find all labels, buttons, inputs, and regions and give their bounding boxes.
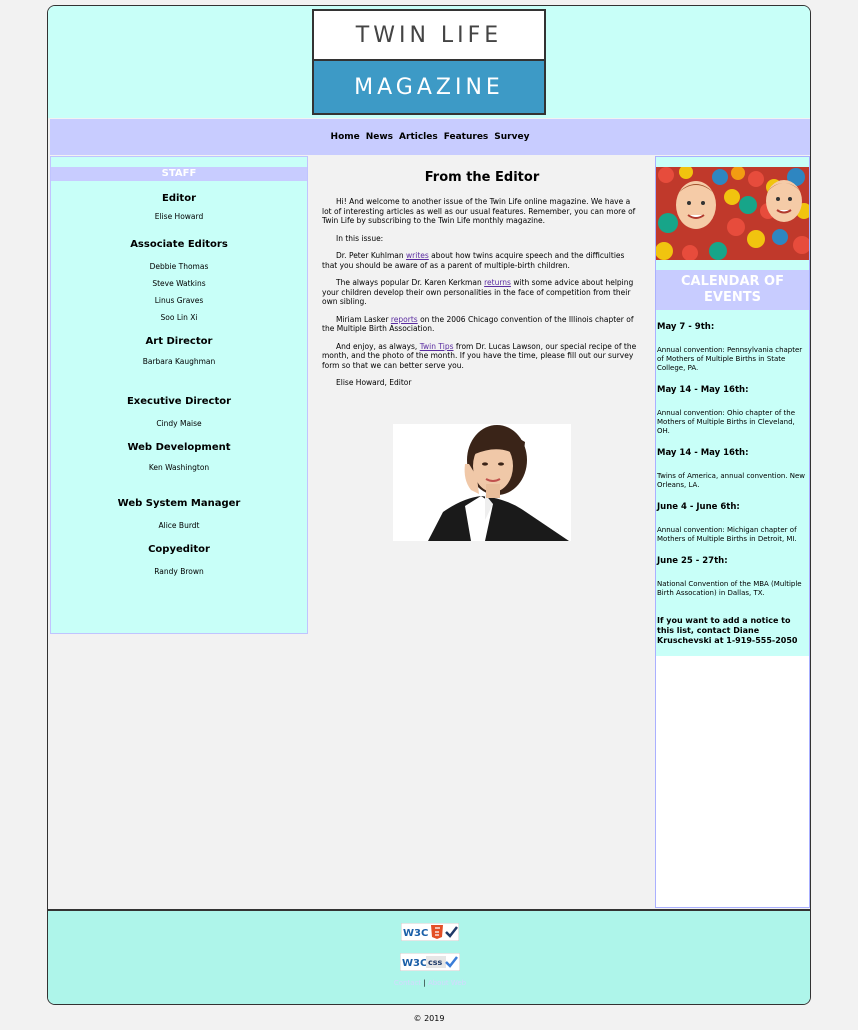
staff-person: Elise Howard (154, 212, 204, 221)
staff-person: Alice Burdt (158, 521, 200, 530)
event-date: June 25 - 27th: (657, 556, 728, 566)
text: The always popular Dr. Karen Kerkman (336, 278, 485, 287)
staff-role: Art Director (145, 336, 213, 347)
event-date: May 7 - 9th: (657, 322, 715, 332)
staff-role: Editor (162, 193, 196, 204)
w3c-text: W3C (403, 928, 428, 939)
event-date: May 14 - May 16th: (657, 385, 749, 395)
nav-news[interactable]: News (366, 132, 393, 142)
text: Miriam Lasker (336, 314, 391, 324)
nav-survey[interactable]: Survey (494, 132, 529, 142)
footer: W3C W3C css Contact | About Web (48, 909, 810, 1004)
staff-role: Executive Director (126, 396, 232, 407)
staff-role: Web Development (127, 442, 231, 453)
footer-separator: | (423, 979, 426, 987)
events-sidebar: CALENDAR OF EVENTS May 7 - 9th: Annual c… (655, 156, 810, 908)
nav-articles[interactable]: Articles (399, 132, 438, 142)
article-paragraph: The always popular Dr. Karen Kerkman ret… (322, 278, 640, 307)
staff-person: Barbara Kaughman (142, 357, 216, 366)
staff-person: Randy Brown (154, 567, 204, 576)
writes-link[interactable]: writes (406, 251, 429, 260)
w3c-text: W3C (402, 958, 427, 969)
nav-features[interactable]: Features (444, 132, 489, 142)
editor-photo (393, 424, 571, 541)
text: And enjoy, as always, (336, 341, 420, 351)
event-date: June 4 - June 6th: (657, 502, 740, 512)
staff-person: Ken Washington (148, 463, 210, 472)
staff-role: Associate Editors (130, 239, 228, 250)
staff-role: Web System Manager (117, 498, 241, 509)
reports-link[interactable]: reports (391, 315, 418, 324)
w3c-html5-badge[interactable]: W3C (48, 923, 810, 941)
twins-ball-pit-photo (656, 167, 809, 260)
article-signature: Elise Howard, Editor (336, 378, 412, 387)
twin-tips-link[interactable]: Twin Tips (420, 342, 454, 351)
footer-links: Contact | About Web (48, 979, 810, 987)
text: Dr. Peter Kuhlman (336, 251, 407, 260)
header: TWIN LIFE MAGAZINE (48, 6, 810, 118)
staff-person: Cindy Maise (156, 419, 202, 428)
staff-person: Debbie Thomas (149, 262, 209, 271)
main-nav: Home News Articles Features Survey (50, 119, 810, 155)
w3c-html5-icon: W3C (401, 923, 459, 941)
staff-person: Steve Watkins (152, 279, 206, 288)
event-text: Twins of America, annual convention. New… (657, 472, 806, 489)
copyright: © 2019 (413, 1014, 445, 1023)
article-paragraph: Dr. Peter Kuhlman writes about how twins… (322, 251, 640, 270)
nav-home[interactable]: Home (331, 132, 360, 142)
event-text: National Convention of the MBA (Multiple… (657, 580, 802, 597)
staff-heading: STAFF (51, 167, 307, 181)
footer-link-about[interactable]: About Web (428, 979, 466, 987)
article-paragraph: Hi! And welcome to another issue of the … (322, 197, 636, 225)
events-panel: CALENDAR OF EVENTS May 7 - 9th: Annual c… (656, 157, 809, 656)
staff-person: Linus Graves (154, 296, 204, 305)
event-text: Annual convention: Michigan chapter of M… (657, 526, 797, 543)
article-paragraph: In this issue: (336, 233, 384, 243)
editor-article: From the Editor Hi! And welcome to anoth… (310, 156, 654, 911)
staff-sidebar: STAFF Editor Elise Howard Associate Edit… (50, 156, 308, 634)
event-date: May 14 - May 16th: (657, 448, 749, 458)
css-text: css (428, 958, 443, 967)
w3c-css-icon: W3C css (400, 953, 460, 971)
staff-role: Copyeditor (148, 544, 210, 555)
article-title: From the Editor (424, 170, 540, 185)
returns-link[interactable]: returns (484, 278, 511, 287)
event-text: Annual convention: Ohio chapter of the M… (657, 409, 796, 435)
editor-photo-art (393, 424, 571, 541)
staff-person: Soo Lin Xi (160, 313, 198, 322)
page-frame: TWIN LIFE MAGAZINE Home News Articles Fe… (47, 5, 811, 1005)
w3c-css-badge[interactable]: W3C css (48, 953, 810, 971)
calendar-notice: If you want to add a notice to this list… (657, 616, 798, 645)
article-paragraph: And enjoy, as always, Twin Tips from Dr.… (322, 342, 640, 371)
calendar-heading: CALENDAR OF EVENTS (656, 270, 809, 310)
site-logo[interactable]: TWIN LIFE MAGAZINE (312, 9, 546, 115)
logo-line1: TWIN LIFE (314, 11, 544, 61)
article-paragraph: Miriam Lasker reports on the 2006 Chicag… (322, 315, 640, 334)
logo-line2: MAGAZINE (314, 61, 544, 113)
footer-link-contact[interactable]: Contact (394, 979, 421, 987)
event-text: Annual convention: Pennsylvania chapter … (657, 346, 803, 372)
